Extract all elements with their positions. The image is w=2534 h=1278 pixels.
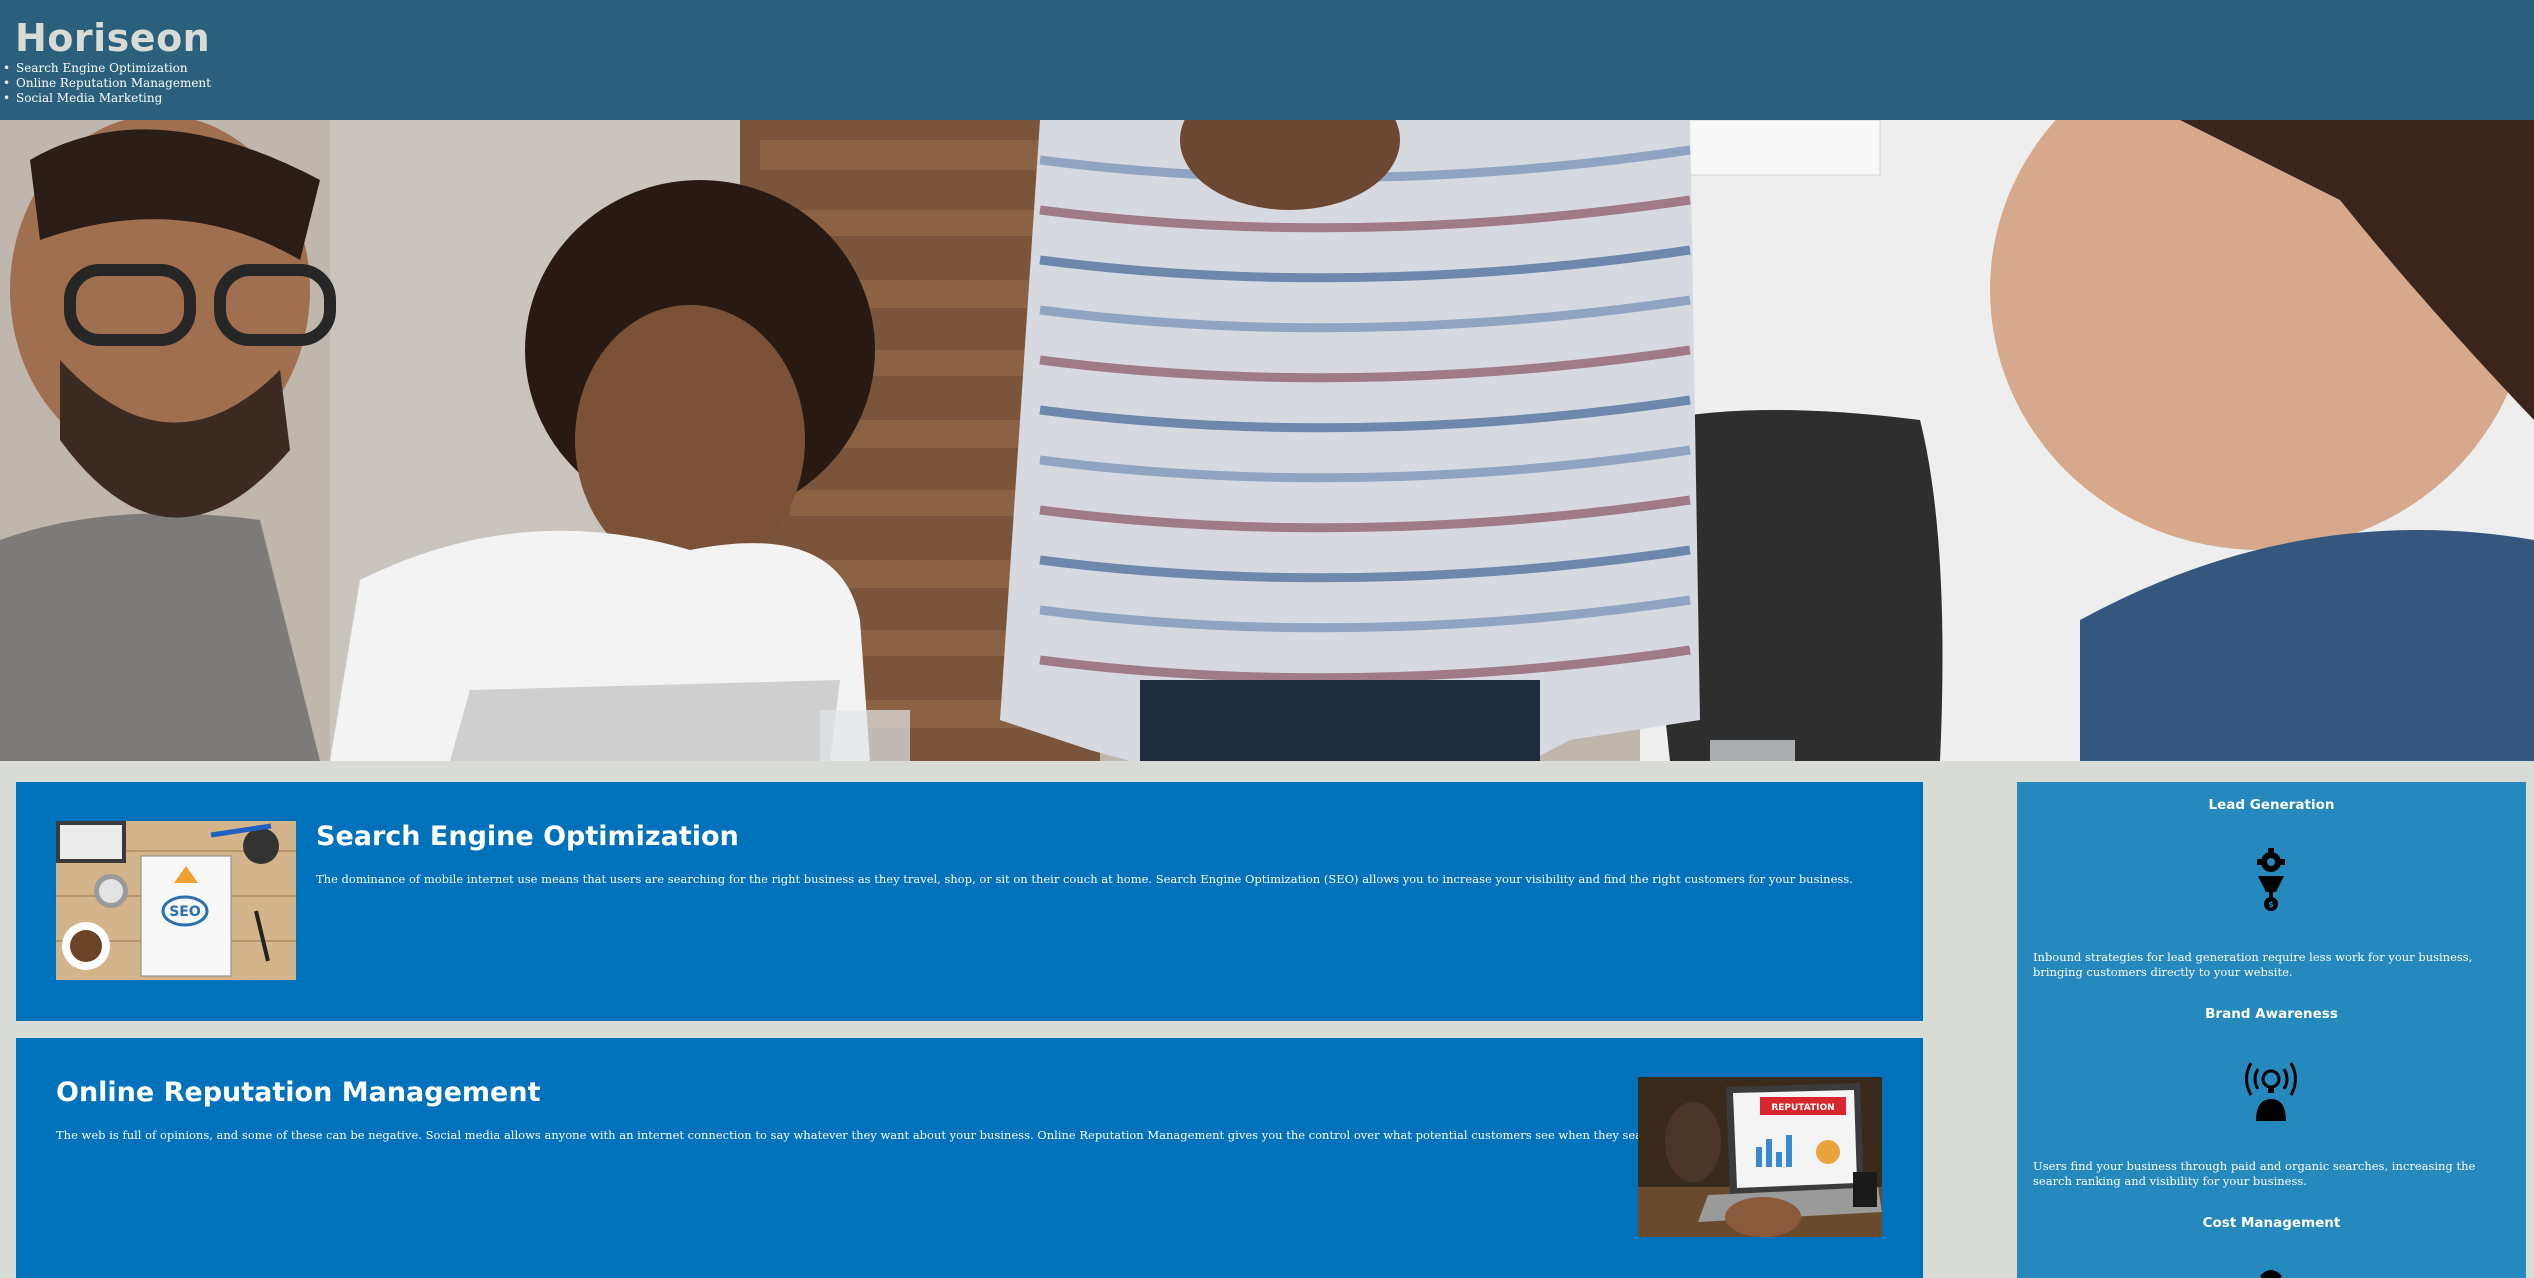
nav-item-label[interactable]: Social Media Marketing: [16, 91, 162, 105]
benefit-text: Inbound strategies for lead generation r…: [2033, 950, 2473, 979]
nav-item-label[interactable]: Search Engine Optimization: [16, 61, 188, 75]
cost-management-icon: [2260, 1270, 2282, 1278]
hero-image: [0, 120, 2534, 761]
reputation-image: REPUTATION: [1638, 1077, 1882, 1237]
brand-awareness-icon: [2245, 1062, 2297, 1121]
benefit-title: Brand Awareness: [2205, 1006, 2338, 1022]
seo-notebook-icon: SEO: [56, 821, 296, 980]
bullet-icon: •: [3, 91, 11, 105]
nav-item-seo[interactable]: • Search Engine Optimization: [0, 61, 211, 76]
reputation-laptop-icon: REPUTATION: [1638, 1077, 1882, 1237]
hero-photo: [0, 120, 2534, 761]
seo-image: SEO: [56, 821, 296, 980]
site-header: Horiseon • Search Engine Optimization • …: [0, 0, 2534, 120]
main-nav: • Search Engine Optimization • Online Re…: [0, 61, 211, 106]
reputation-section: Online Reputation Management The web is …: [16, 1038, 1923, 1278]
nav-item-social[interactable]: • Social Media Marketing: [0, 91, 211, 106]
benefit-title: Lead Generation: [2208, 797, 2335, 813]
svg-text:SEO: SEO: [169, 904, 201, 920]
svg-text:$: $: [2268, 900, 2274, 909]
seo-section: SEO Search Engine Optimization The domin…: [16, 782, 1923, 1021]
bullet-icon: •: [3, 76, 11, 90]
seo-text: The dominance of mobile internet use mea…: [316, 872, 1853, 886]
site-logo[interactable]: Horiseon: [15, 14, 210, 62]
bullet-icon: •: [3, 61, 11, 75]
svg-text:REPUTATION: REPUTATION: [1771, 1103, 1834, 1113]
lead-generation-icon: $: [2257, 848, 2285, 911]
benefits-aside: Lead Generation $ Inbound strategies for…: [2017, 782, 2526, 1278]
reputation-title: Online Reputation Management: [56, 1077, 541, 1108]
nav-item-label[interactable]: Online Reputation Management: [16, 76, 211, 90]
nav-item-reputation[interactable]: • Online Reputation Management: [0, 76, 211, 91]
benefit-text: Users find your business through paid an…: [2033, 1159, 2476, 1188]
benefit-title: Cost Management: [2202, 1215, 2341, 1231]
seo-title: Search Engine Optimization: [316, 821, 739, 852]
reputation-text: The web is full of opinions, and some of…: [56, 1128, 1770, 1142]
